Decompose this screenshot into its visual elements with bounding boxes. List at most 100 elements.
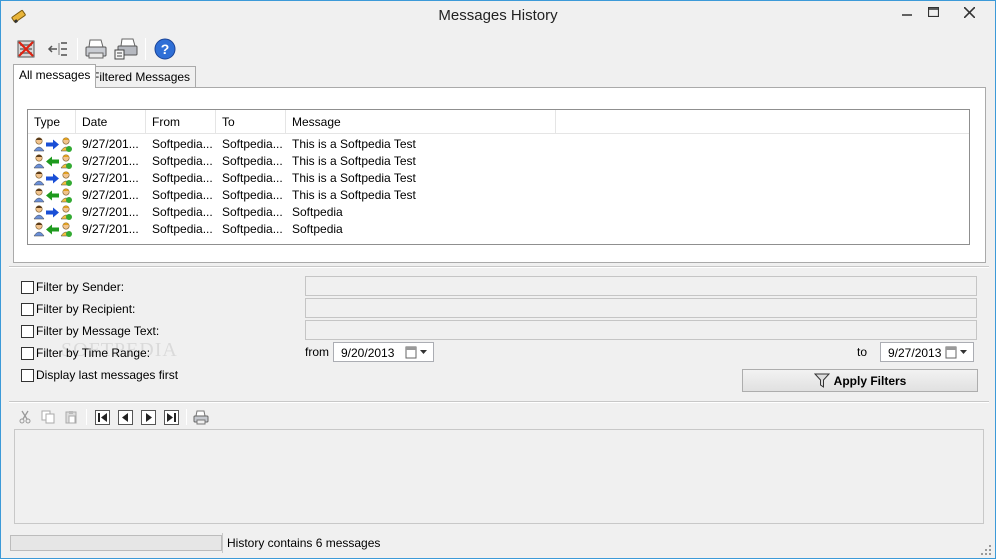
to-date-value: 9/27/2013 [888,346,942,360]
resize-grip-icon[interactable] [980,544,992,556]
sender-input[interactable] [305,276,977,296]
cell-from: Softpedia... [152,188,213,202]
toolbar-separator [145,38,146,60]
filter-recipient-label: Filter by Recipient: [36,302,136,316]
toolbar-separator [186,409,187,425]
to-label: to [857,345,868,359]
tab-all-messages[interactable]: All messages [13,64,97,88]
from-date-picker[interactable]: 9/20/2013 [333,342,434,362]
cell-date: 9/27/201... [82,222,139,236]
copy-icon [41,410,55,424]
cell-date: 9/27/201... [82,171,139,185]
messages-history-window: Messages History ? All messages Filtered… [0,0,996,559]
filter-text-checkbox[interactable] [21,324,34,338]
table-row[interactable]: 9/27/201... Softpedia... Softpedia... Softp… [28,204,969,221]
messages-list[interactable]: Type Date From To Message 9/27/201... Sof… [27,109,970,245]
message-text-input[interactable] [305,320,977,340]
calendar-dropdown-icon[interactable] [405,346,429,359]
table-row[interactable]: 9/27/201... Softpedia... Softpedia... This … [28,187,969,204]
tab-filtered-messages[interactable]: Filtered Messages [86,66,197,88]
export-button[interactable] [45,36,71,62]
maximize-button[interactable] [917,1,949,23]
main-toolbar: ? [9,35,989,65]
filter-sender-label: Filter by Sender: [36,280,125,294]
from-date-value: 9/20/2013 [341,346,395,360]
cell-message: Softpedia [292,222,343,236]
export-tree-icon [47,42,67,56]
table-row[interactable]: 9/27/201... Softpedia... Softpedia... This … [28,170,969,187]
incoming-message-icon [32,153,76,170]
cell-message: This is a Softpedia Test [292,137,416,151]
to-date-picker[interactable]: 9/27/2013 [880,342,974,362]
help-icon: ? [154,38,176,60]
cell-from: Softpedia... [152,222,213,236]
cell-to: Softpedia... [222,205,283,219]
outgoing-message-icon [32,136,76,153]
cell-to: Softpedia... [222,188,283,202]
incoming-message-icon [32,187,76,204]
help-button[interactable]: ? [152,36,178,62]
cut-button[interactable] [16,408,34,426]
last-first-row[interactable]: Display last messages first [21,367,178,383]
table-row[interactable]: 9/27/201... Softpedia... Softpedia... This … [28,153,969,170]
cell-to: Softpedia... [222,137,283,151]
status-separator [222,533,223,553]
previous-record-icon [117,409,133,425]
next-button[interactable] [139,408,157,426]
column-header-message[interactable]: Message [286,110,556,134]
cell-from: Softpedia... [152,205,213,219]
print-message-button[interactable] [192,408,210,426]
column-header-from[interactable]: From [146,110,216,134]
filter-sender-row[interactable]: Filter by Sender: [21,279,124,295]
svg-text:?: ? [161,41,170,57]
print-setup-button[interactable] [113,36,139,62]
cell-date: 9/27/201... [82,188,139,202]
recipient-input[interactable] [305,298,977,318]
window-title: Messages History [438,7,558,24]
last-first-label: Display last messages first [36,368,179,382]
cell-date: 9/27/201... [82,205,139,219]
cell-to: Softpedia... [222,171,283,185]
outgoing-message-icon [32,204,76,221]
apply-filters-button[interactable]: Apply Filters [742,369,978,392]
paste-button[interactable] [62,408,80,426]
funnel-icon [813,373,830,388]
filter-sender-checkbox[interactable] [21,280,34,294]
filter-recipient-row[interactable]: Filter by Recipient: [21,301,135,317]
filter-time-row[interactable]: Filter by Time Range: [21,345,150,361]
filter-recipient-checkbox[interactable] [21,302,34,316]
filter-text-row[interactable]: Filter by Message Text: [21,323,159,339]
filter-text-label: Filter by Message Text: [36,324,160,338]
clear-history-button[interactable] [13,36,39,62]
title-bar[interactable]: Messages History [1,1,995,31]
table-row[interactable]: 9/27/201... Softpedia... Softpedia... Softp… [28,221,969,238]
first-button[interactable] [93,408,111,426]
close-button[interactable] [947,1,992,23]
copy-button[interactable] [39,408,57,426]
column-header-date[interactable]: Date [76,110,146,134]
filter-time-checkbox[interactable] [21,346,34,360]
print-setup-icon [114,38,138,60]
scissors-icon [19,410,31,424]
table-row[interactable]: 9/27/201... Softpedia... Softpedia... This … [28,136,969,153]
toolbar-separator [86,409,87,425]
last-first-checkbox[interactable] [21,368,34,382]
previous-button[interactable] [116,408,134,426]
incoming-message-icon [32,221,76,238]
column-header-to[interactable]: To [216,110,286,134]
calendar-dropdown-icon[interactable] [945,346,969,359]
last-button[interactable] [162,408,180,426]
last-record-icon [163,409,179,425]
print-button[interactable] [83,36,109,62]
outgoing-message-icon [32,170,76,187]
cell-message: Softpedia [292,205,343,219]
status-progress-panel [10,535,222,551]
column-header-type[interactable]: Type [28,110,76,134]
section-divider [9,401,989,403]
section-divider [9,266,989,268]
list-header: Type Date From To Message [28,110,969,134]
message-viewer[interactable] [14,429,984,524]
toolbar-separator [77,38,78,60]
status-bar: History contains 6 messages [1,533,995,559]
printer-icon [85,39,107,59]
